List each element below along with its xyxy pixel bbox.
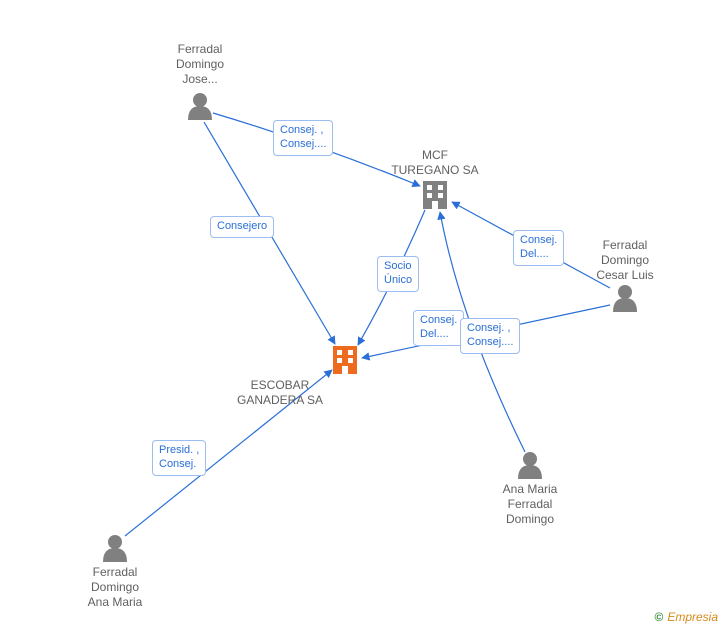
diagram-canvas: Ferradal Domingo Jose... MCF TUREGANO SA… xyxy=(0,0,728,630)
edge-label-jose-escobar[interactable]: Consejero xyxy=(210,216,274,238)
edge-label-jose-mcf[interactable]: Consej. , Consej.... xyxy=(273,120,333,156)
person-icon[interactable] xyxy=(613,285,637,312)
edge-label-mcf-escobar[interactable]: Socio Único xyxy=(377,256,419,292)
company-highlight-icon[interactable] xyxy=(333,346,357,374)
person-icon[interactable] xyxy=(103,535,127,562)
person-icon[interactable] xyxy=(188,93,212,120)
network-svg xyxy=(0,0,728,630)
copyright: ©Empresia xyxy=(654,610,718,624)
company-icon[interactable] xyxy=(423,181,447,209)
edge-label-cesar-mcf[interactable]: Consej. Del.... xyxy=(513,230,564,266)
person-icon[interactable] xyxy=(518,452,542,479)
edge-label-anamaria-escobar[interactable]: Presid. , Consej. xyxy=(152,440,206,476)
edge-label-cesar-escobar[interactable]: Consej. Del.... xyxy=(413,310,464,346)
edge-label-anamariaFD-mcf[interactable]: Consej. , Consej.... xyxy=(460,318,520,354)
